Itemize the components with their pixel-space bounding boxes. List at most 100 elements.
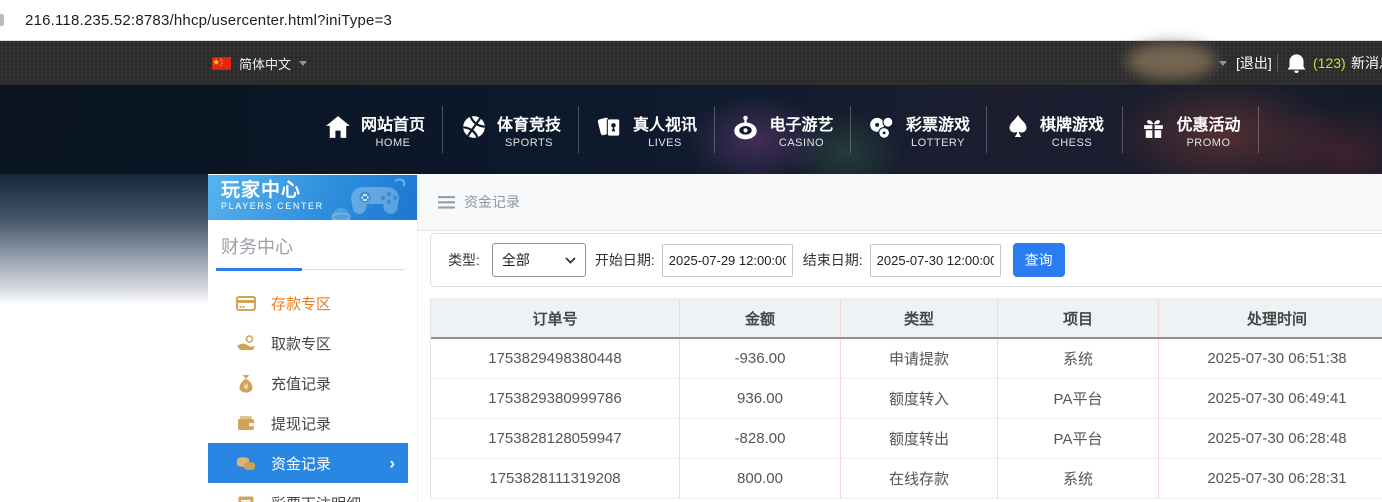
- sidebar-item-funds-record[interactable]: 资金记录 ›: [208, 443, 408, 483]
- table-row: 1753829498380448 -936.00 申请提款 系统 2025-07…: [431, 339, 1382, 379]
- col-header-order-no: 订单号: [431, 299, 680, 337]
- nav-label-en: SPORTS: [504, 136, 553, 149]
- nav-label-en: HOME: [375, 136, 411, 149]
- nav-label-zh: 网站首页: [360, 116, 425, 134]
- cell-amount: 936.00: [680, 379, 841, 418]
- lottery-balls-icon: [868, 114, 896, 145]
- cell-order-no: 1753828128059947: [431, 419, 680, 458]
- nav-item-casino[interactable]: 电子游艺 CASINO: [715, 85, 851, 174]
- nav-item-home[interactable]: 网站首页 HOME: [307, 85, 443, 174]
- table-body: 1753829498380448 -936.00 申请提款 系统 2025-07…: [431, 339, 1382, 499]
- browser-url-bar[interactable]: 216.118.235.52:8783/hhcp/usercenter.html…: [0, 0, 1382, 41]
- new-messages-link[interactable]: 新消息: [1351, 41, 1382, 85]
- sidebar-item-label: 资金记录: [271, 455, 332, 473]
- cell-type: 申请提款: [841, 339, 998, 378]
- chevron-down-icon: [299, 60, 308, 66]
- cell-process-time: 2025-07-30 06:28:31: [1159, 459, 1382, 498]
- cell-type: 额度转入: [841, 379, 998, 418]
- cell-project: 系统: [998, 339, 1159, 378]
- nav-label-zh: 棋牌游戏: [1039, 116, 1104, 134]
- sidebar-section-title: 财务中心: [221, 237, 293, 257]
- nav-label-en: LIVES: [648, 136, 682, 149]
- sidebar-item-recharge-record[interactable]: ¥ 充值记录: [208, 363, 417, 403]
- search-button[interactable]: 查询: [1012, 243, 1065, 277]
- end-date-input[interactable]: [869, 243, 1001, 277]
- top-bar: 简体中文 [退出] (123) 新消息: [0, 41, 1382, 85]
- cell-project: 系统: [998, 459, 1159, 498]
- casino-roulette-icon: [732, 115, 759, 145]
- funds-record-table: 订单号 金额 类型 项目 处理时间 1753829498380448 -936.…: [430, 298, 1382, 499]
- wallet-icon: [236, 413, 256, 433]
- page: 216.118.235.52:8783/hhcp/usercenter.html…: [0, 0, 1382, 502]
- type-select-value: 全部: [501, 252, 530, 268]
- nav-item-lottery[interactable]: 彩票游戏 LOTTERY: [851, 85, 987, 174]
- cell-type: 在线存款: [841, 459, 998, 498]
- select-chevron-icon: [565, 256, 576, 264]
- nav-item-chess[interactable]: 棋牌游戏 CHESS: [987, 85, 1123, 174]
- nav-label-en: PROMO: [1186, 136, 1231, 149]
- username-redacted[interactable]: [1126, 43, 1216, 79]
- table-header-row: 订单号 金额 类型 项目 处理时间: [431, 299, 1382, 339]
- language-selector[interactable]: 简体中文: [212, 41, 308, 85]
- breadcrumb-label: 资金记录: [464, 194, 520, 210]
- topbar-divider: [1277, 54, 1278, 72]
- type-label: 类型:: [448, 252, 480, 268]
- sidebar-item-deposit-zone[interactable]: 存款专区: [208, 283, 417, 323]
- sidebar-divider: [216, 268, 405, 271]
- nav-item-lives[interactable]: 真人视讯 LIVES: [579, 85, 715, 174]
- svg-text:¥: ¥: [243, 382, 248, 391]
- col-header-type: 类型: [841, 299, 998, 337]
- sidebar-menu: 存款专区 取款专区 ¥ 充值记录 提现记录 资金记录 › 彩票下注: [208, 283, 417, 502]
- cell-amount: -828.00: [680, 419, 841, 458]
- nav-item-sports[interactable]: 体育竞技 SPORTS: [443, 85, 579, 174]
- sidebar-header: 玩家中心 PLAYERS CENTER: [208, 175, 417, 220]
- cell-project: PA平台: [998, 379, 1159, 418]
- cell-process-time: 2025-07-30 06:28:48: [1159, 419, 1382, 458]
- cell-amount: 800.00: [680, 459, 841, 498]
- cell-amount: -936.00: [680, 339, 841, 378]
- message-count-badge[interactable]: (123): [1313, 41, 1346, 85]
- coins-icon: [236, 453, 256, 473]
- nav-label-en: LOTTERY: [910, 136, 965, 149]
- user-chevron-down-icon[interactable]: [1219, 61, 1227, 66]
- logout-button[interactable]: [退出]: [1236, 41, 1272, 85]
- sidebar-item-lottery-bet-details[interactable]: 彩票下注明细: [208, 483, 417, 502]
- home-icon: [325, 115, 351, 144]
- banner-fade: [0, 174, 208, 304]
- nav-label-zh: 电子游艺: [769, 116, 834, 134]
- lives-cards-icon: [597, 114, 623, 145]
- start-date-input[interactable]: [661, 243, 793, 277]
- nav-label-zh: 优惠活动: [1176, 116, 1241, 134]
- player-center-sidebar: 玩家中心 PLAYERS CENTER 财务中心 存款专区 取款专区 ¥ 充值记…: [208, 175, 418, 502]
- hamburger-icon[interactable]: [438, 195, 455, 209]
- type-select[interactable]: 全部: [491, 243, 586, 277]
- promo-gift-icon: [1141, 115, 1166, 145]
- gamepad-icon: [331, 178, 406, 220]
- nav-item-promo[interactable]: 优惠活动 PROMO: [1123, 85, 1259, 174]
- sports-icon: [461, 114, 487, 145]
- nav-items: 网站首页 HOME 体育竞技 SPORTS 真人视讯 LIVES 电子游艺 CASINO…: [307, 85, 1259, 174]
- start-date-label: 开始日期:: [594, 252, 655, 268]
- sidebar-item-label: 提现记录: [271, 415, 332, 433]
- sidebar-item-withdraw-zone[interactable]: 取款专区: [208, 323, 417, 363]
- cell-order-no: 1753828111319208: [431, 459, 680, 498]
- notification-bell-icon[interactable]: [1287, 52, 1306, 78]
- sidebar-item-label: 存款专区: [271, 295, 332, 313]
- nav-label-en: CASINO: [778, 136, 825, 149]
- sidebar-item-withdraw-record[interactable]: 提现记录: [208, 403, 417, 443]
- nav-label-zh: 体育竞技: [496, 116, 561, 134]
- cell-type: 额度转出: [841, 419, 998, 458]
- cell-order-no: 1753829380999786: [431, 379, 680, 418]
- table-row: 1753828128059947 -828.00 额度转出 PA平台 2025-…: [431, 419, 1382, 459]
- breadcrumb: 资金记录: [418, 174, 1382, 231]
- browser-icon-fragment: [0, 14, 4, 26]
- nav-label-en: CHESS: [1051, 136, 1093, 149]
- url-text: 216.118.235.52:8783/hhcp/usercenter.html…: [25, 11, 393, 29]
- language-label: 简体中文: [239, 56, 292, 72]
- chess-spade-icon: [1006, 114, 1030, 145]
- main-navigation: 网站首页 HOME 体育竞技 SPORTS 真人视讯 LIVES 电子游艺 CASINO…: [0, 85, 1382, 174]
- chevron-right-icon: ›: [389, 453, 395, 473]
- end-date-label: 结束日期:: [802, 252, 863, 268]
- nav-label-zh: 彩票游戏: [905, 116, 970, 134]
- deposit-card-icon: [236, 293, 256, 313]
